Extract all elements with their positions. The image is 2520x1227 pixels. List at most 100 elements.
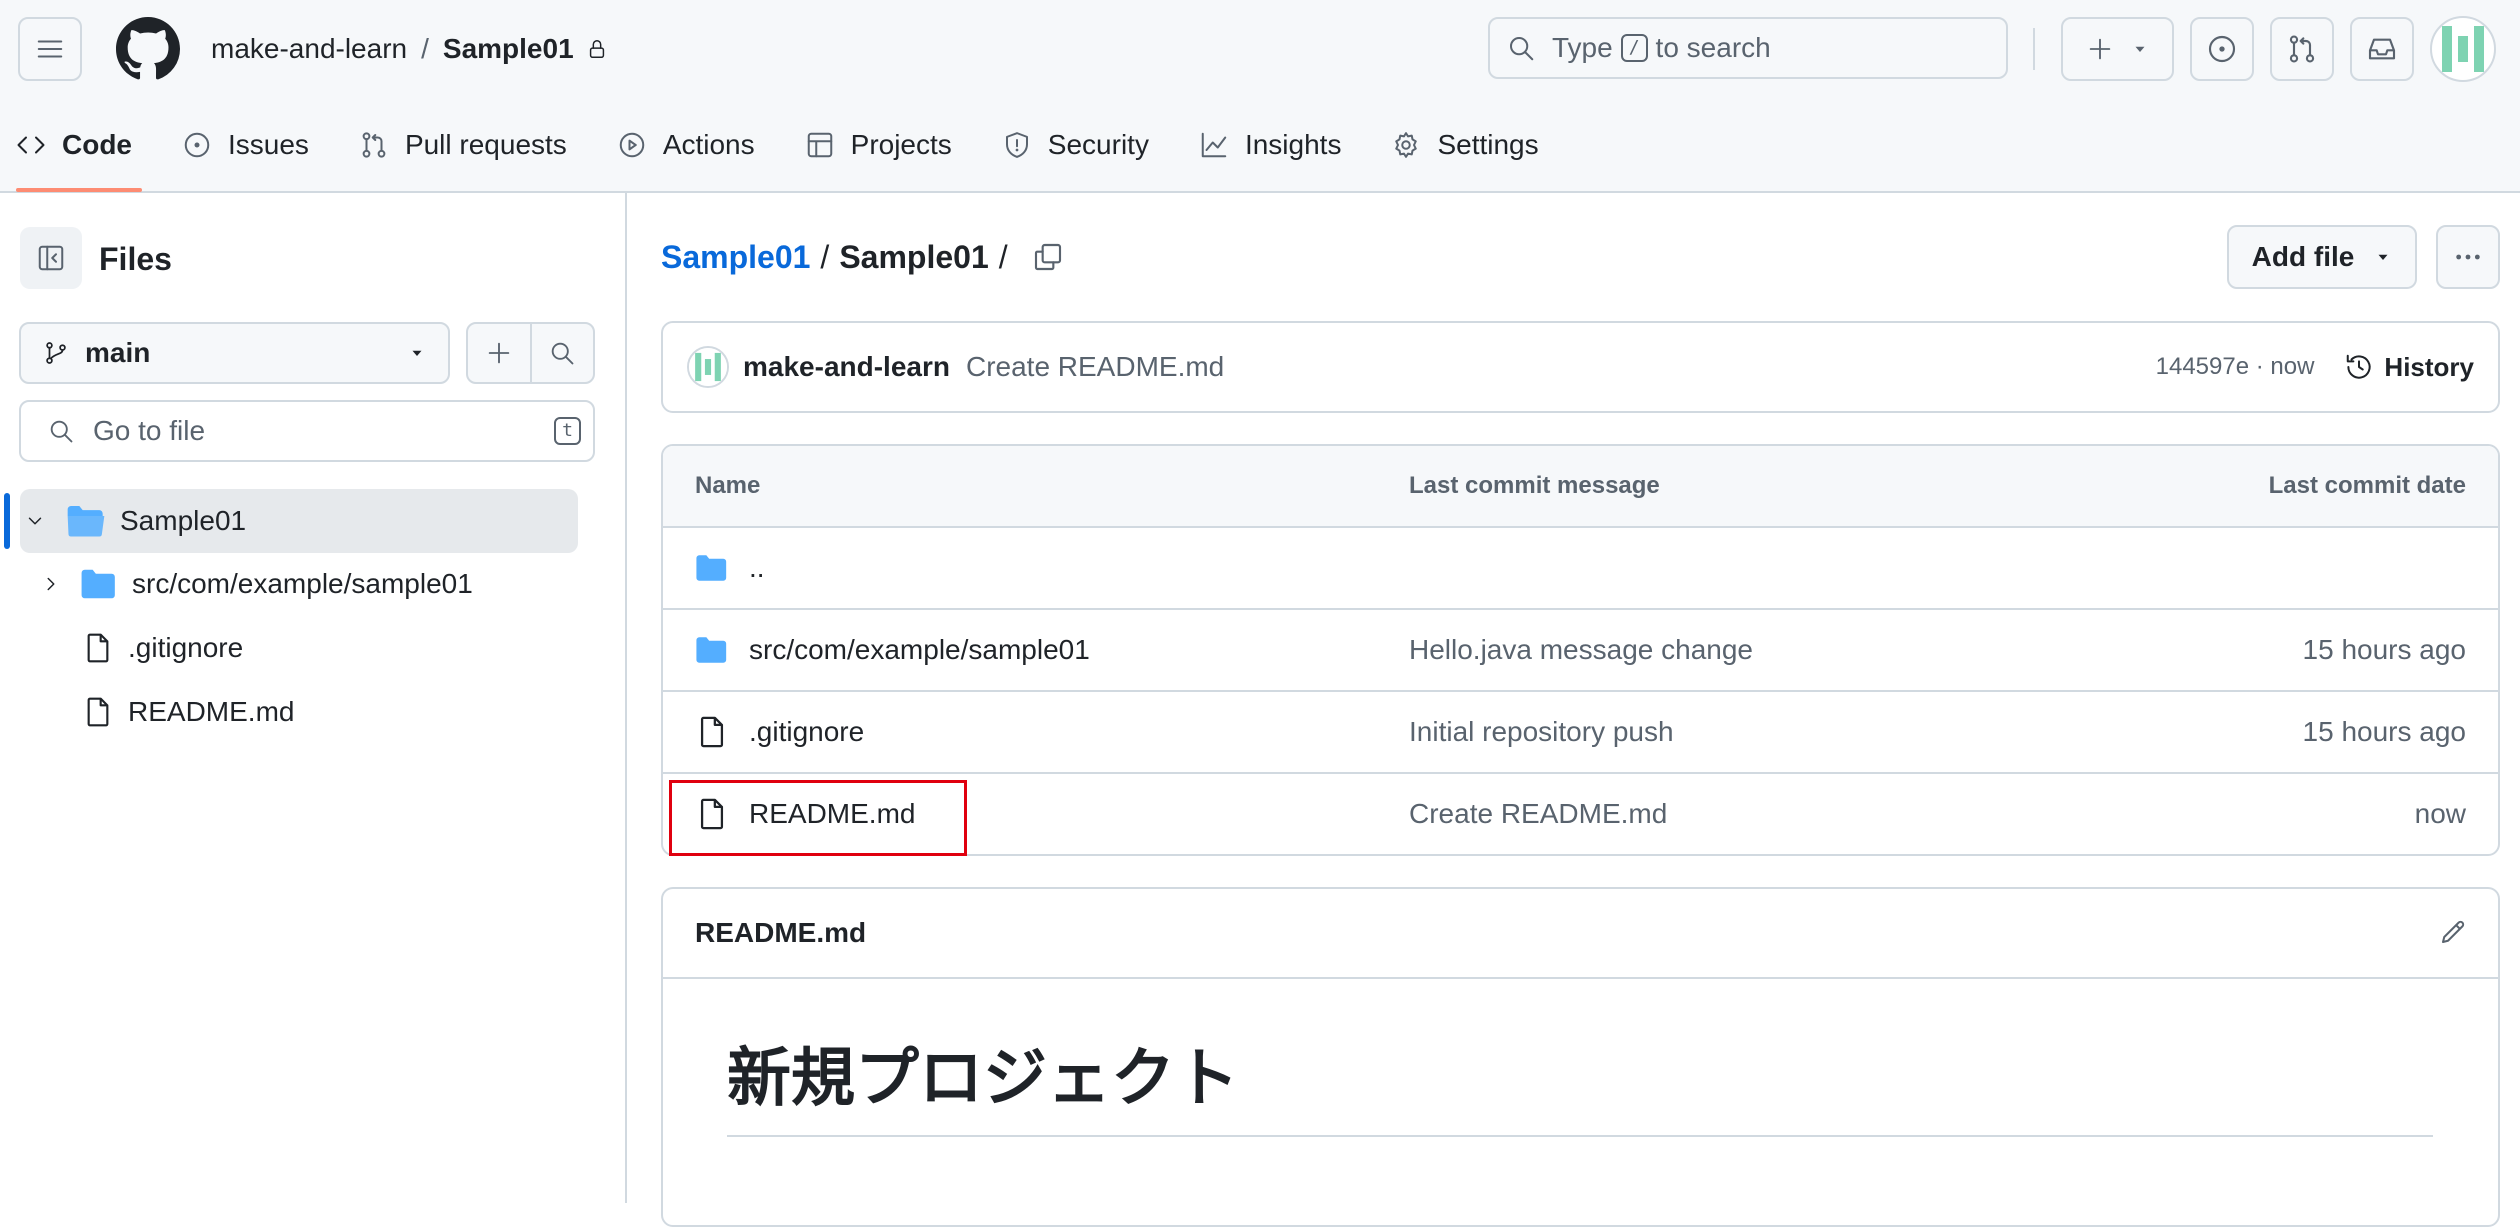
triangle-down-icon — [2135, 46, 2145, 52]
tab-pull-requests[interactable]: Pull requests — [343, 108, 583, 182]
triangle-down-icon — [412, 350, 422, 356]
pencil-icon[interactable] — [2438, 917, 2468, 947]
user-avatar[interactable] — [2430, 16, 2496, 82]
folder-open-icon — [67, 506, 105, 537]
chevron-right-icon — [47, 577, 55, 591]
breadcrumb: Sample01 / Sample01 / — [661, 235, 1064, 279]
repo-context: make-and-learn / Sample01 — [211, 30, 608, 68]
commit-author-avatar[interactable] — [687, 346, 729, 388]
go-to-file-input[interactable]: Go to file t — [19, 400, 595, 462]
search-icon — [551, 342, 574, 365]
branch-selector[interactable]: main — [19, 322, 450, 384]
folder-icon — [696, 637, 727, 663]
file-tree-sidebar: Files main Go to file t Sample01 src/com… — [0, 193, 627, 1203]
row-commit-message[interactable]: Hello.java message change — [1409, 610, 1753, 690]
copy-icon[interactable] — [1032, 241, 1064, 273]
heading-divider — [727, 1135, 2433, 1137]
shield-icon — [1002, 130, 1032, 160]
tab-label: Projects — [850, 129, 952, 160]
breadcrumb-root-link[interactable]: Sample01 — [661, 235, 810, 279]
table-row[interactable]: .gitignore Initial repository push 15 ho… — [663, 690, 2498, 772]
inbox-icon — [2368, 38, 2396, 60]
git-pull-request-icon — [359, 130, 389, 160]
global-menu-button[interactable] — [18, 17, 82, 81]
search-files-button[interactable] — [529, 324, 594, 382]
table-row[interactable]: src/com/example/sample01 Hello.java mess… — [663, 608, 2498, 690]
tab-label: Settings — [1437, 129, 1539, 160]
table-row[interactable]: .. — [663, 526, 2498, 608]
go-to-file-shortcut: t — [554, 417, 581, 445]
table-icon — [805, 130, 835, 160]
git-pull-request-icon — [2289, 35, 2315, 63]
repo-owner-link[interactable]: make-and-learn — [211, 30, 407, 68]
plus-icon — [488, 342, 510, 364]
header-divider — [2033, 28, 2035, 70]
hamburger-icon — [37, 40, 63, 58]
tree-item-label: README.md — [128, 696, 295, 727]
commit-sha-time[interactable]: 144597e · now — [2156, 353, 2315, 381]
go-to-file-placeholder: Go to file — [93, 415, 206, 446]
readme-heading: 新規プロジェクト — [727, 1042, 1239, 1116]
collapse-sidebar-button[interactable] — [20, 227, 82, 289]
gear-icon — [1391, 130, 1421, 160]
tab-code[interactable]: Code — [0, 108, 148, 192]
git-branch-icon — [46, 342, 66, 364]
commit-author-link[interactable]: make-and-learn — [743, 351, 950, 383]
search-suffix: to search — [1655, 32, 1771, 63]
tree-selection-indicator — [4, 493, 10, 549]
issues-button[interactable] — [2190, 17, 2254, 81]
search-icon — [50, 420, 73, 443]
tab-insights[interactable]: Insights — [1183, 108, 1358, 182]
history-button[interactable]: History — [2344, 352, 2474, 383]
add-file-sidebar-button[interactable] — [468, 324, 530, 382]
readme-filename: README.md — [695, 917, 867, 948]
chevron-down-icon — [28, 517, 42, 525]
play-icon — [617, 130, 647, 160]
create-new-button[interactable] — [2061, 17, 2174, 81]
tree-item-sample01[interactable]: Sample01 — [24, 499, 246, 543]
search-input[interactable]: Type / to search — [1488, 17, 2008, 79]
code-icon — [16, 130, 46, 160]
folder-icon — [696, 555, 727, 581]
app-header: make-and-learn / Sample01 Type / to sear… — [0, 0, 2520, 193]
tab-label: Issues — [228, 129, 309, 160]
file-name-link[interactable]: .gitignore — [749, 716, 864, 748]
row-commit-date: 15 hours ago — [2302, 634, 2466, 665]
search-prefix: Type — [1552, 32, 1613, 63]
breadcrumb-current: Sample01 — [839, 239, 989, 275]
tab-projects[interactable]: Projects — [789, 108, 968, 182]
tab-label: Security — [1047, 129, 1149, 160]
repo-name-link[interactable]: Sample01 — [443, 30, 574, 68]
add-file-button[interactable]: Add file — [2227, 225, 2417, 289]
pull-requests-button[interactable] — [2270, 17, 2334, 81]
search-icon — [1510, 37, 1534, 61]
issue-opened-icon — [182, 130, 212, 160]
row-commit-message[interactable]: Create README.md — [1409, 774, 1667, 854]
parent-directory-link[interactable]: .. — [749, 552, 765, 584]
tree-item-gitignore[interactable]: .gitignore — [82, 626, 243, 670]
repo-tabs: Code Issues Pull requests Actions Projec… — [0, 108, 1573, 192]
readme-panel: README.md 新規プロジェクト — [661, 887, 2500, 1227]
file-name-link[interactable]: src/com/example/sample01 — [749, 634, 1090, 666]
tree-item-readme[interactable]: README.md — [82, 690, 294, 734]
github-logo-icon[interactable] — [116, 17, 180, 81]
context-separator: / — [421, 33, 429, 64]
tab-security[interactable]: Security — [986, 108, 1165, 182]
inbox-button[interactable] — [2350, 17, 2414, 81]
tree-item-src[interactable]: src/com/example/sample01 — [40, 562, 473, 606]
tab-actions[interactable]: Actions — [601, 108, 771, 182]
issue-opened-icon — [2208, 35, 2236, 63]
plus-icon — [2089, 38, 2111, 60]
commit-message-link[interactable]: Create README.md — [966, 351, 2156, 383]
tab-issues[interactable]: Issues — [166, 108, 325, 182]
sidebar-title: Files — [99, 241, 172, 277]
sidebar-collapse-icon — [38, 245, 64, 271]
top-bar: make-and-learn / Sample01 Type / to sear… — [0, 0, 2520, 100]
branch-name: main — [85, 337, 151, 368]
highlight-annotation-box — [669, 780, 967, 856]
folder-icon — [81, 569, 115, 599]
sidebar-actions — [466, 322, 595, 384]
row-commit-message[interactable]: Initial repository push — [1409, 692, 1674, 772]
tab-settings[interactable]: Settings — [1375, 108, 1554, 182]
more-options-button[interactable] — [2436, 225, 2500, 289]
